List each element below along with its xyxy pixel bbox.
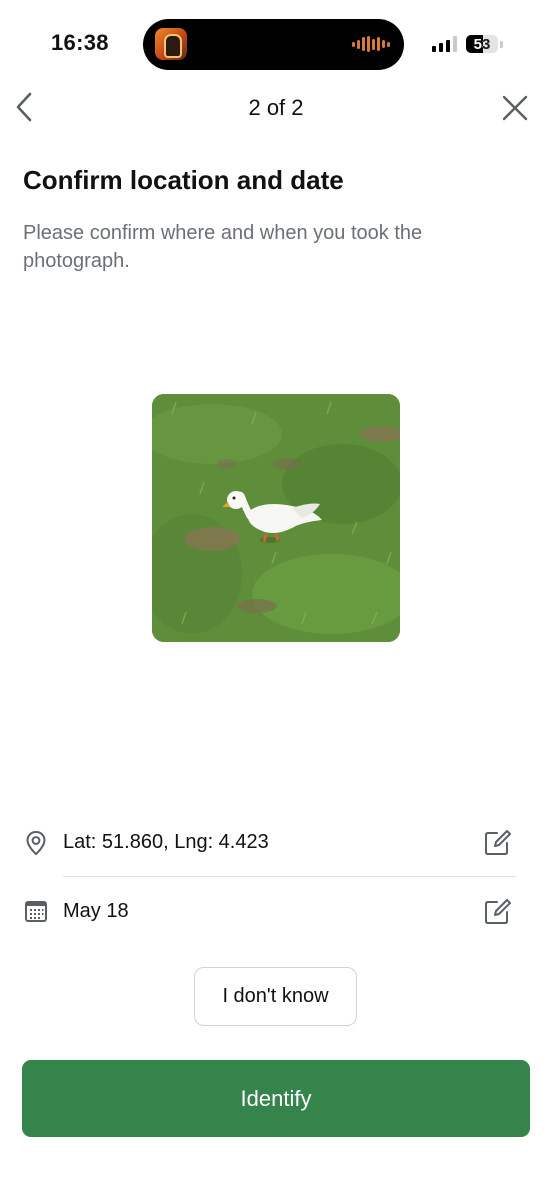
row-divider: [63, 876, 516, 877]
app-icon[interactable]: [155, 28, 187, 60]
i-dont-know-button[interactable]: I don't know: [194, 967, 357, 1026]
page-subtitle: Please confirm where and when you took t…: [23, 222, 423, 272]
identify-button[interactable]: Identify: [22, 1060, 530, 1137]
close-icon: [502, 95, 528, 121]
edit-icon: [485, 899, 511, 924]
status-indicators: 53: [432, 34, 503, 54]
signal-icon: [432, 36, 457, 52]
location-coordinates: Lat: 51.860, Lng: 4.423: [63, 831, 269, 853]
close-button[interactable]: [498, 91, 532, 125]
edit-location-button[interactable]: [480, 826, 514, 860]
edit-date-button[interactable]: [480, 895, 514, 929]
audio-waveform-icon: [352, 36, 390, 52]
status-time: 16:38: [51, 30, 109, 55]
photo-preview: [152, 394, 400, 642]
duck-photo: [152, 394, 400, 642]
date-row: May 18: [0, 880, 552, 940]
location-row: Lat: 51.860, Lng: 4.423: [0, 812, 552, 872]
battery-icon: 53: [466, 35, 498, 53]
photo-date: May 18: [63, 900, 129, 922]
dynamic-island[interactable]: [143, 19, 404, 70]
battery-level: 53: [473, 35, 491, 53]
page-title: Confirm location and date: [23, 165, 344, 195]
step-indicator: 2 of 2: [248, 95, 304, 120]
calendar-icon: [23, 898, 49, 924]
location-pin-icon: [23, 830, 49, 856]
edit-icon: [485, 830, 511, 855]
battery-cap: [500, 40, 503, 48]
